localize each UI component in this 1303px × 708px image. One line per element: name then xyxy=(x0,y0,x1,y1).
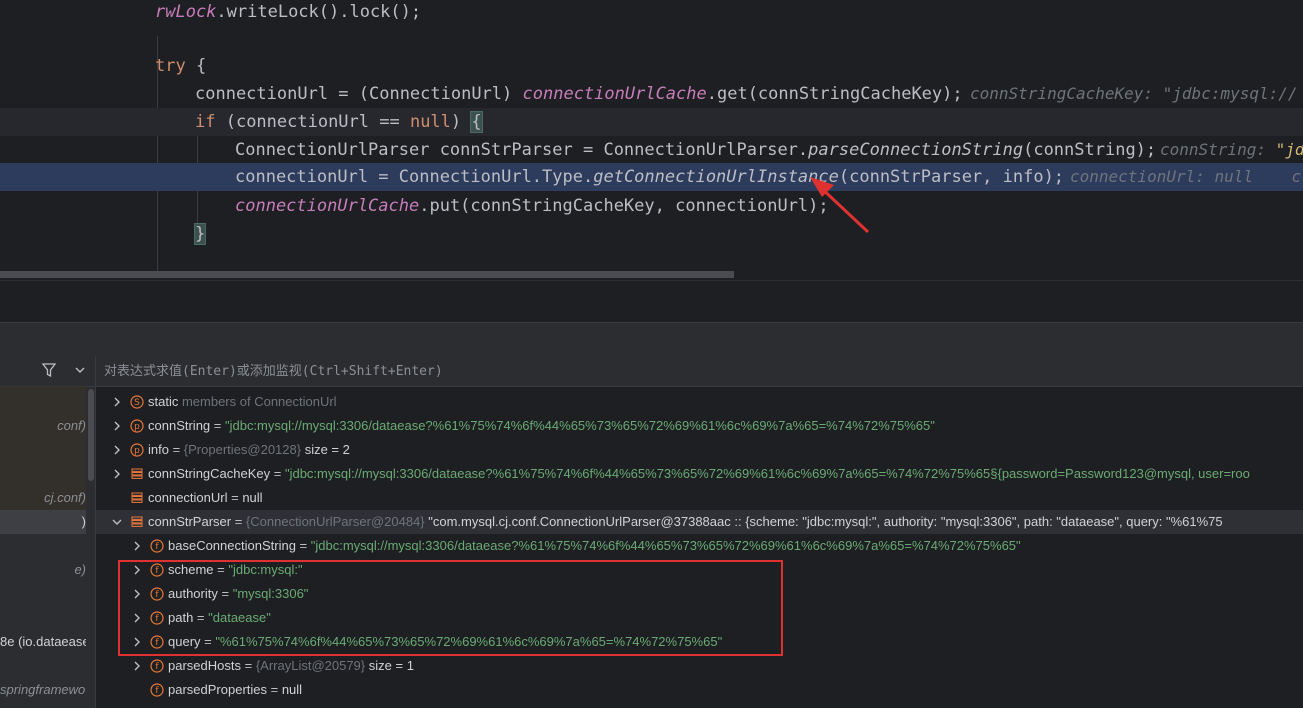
code-line-8[interactable]: connectionUrlCache.put(connStringCacheKe… xyxy=(0,194,1303,222)
field-icon: f xyxy=(150,683,164,697)
variable-row-baseconnectionstring[interactable]: f baseConnectionString = "jdbc:mysql://my… xyxy=(96,534,1303,558)
frame-item-selected[interactable]: ) xyxy=(0,510,86,534)
svg-text:p: p xyxy=(134,446,140,456)
filter-icon[interactable] xyxy=(40,361,58,379)
variable-row-info[interactable]: p info = {Properties@20128} size = 2 xyxy=(96,438,1303,462)
field-icon: f xyxy=(150,539,164,553)
code-line-3[interactable]: try { xyxy=(0,54,1303,82)
variable-row-static[interactable]: Sstatic members of ConnectionUrl xyxy=(96,390,1303,414)
variable-ref: {Properties@20128} xyxy=(183,442,302,457)
variable-row-parsedhosts[interactable]: f parsedHosts = {ArrayList@20579} size = … xyxy=(96,654,1303,678)
chevron-right-icon[interactable] xyxy=(112,421,122,431)
variable-summary: size = 1 xyxy=(368,658,414,673)
matched-brace: { xyxy=(470,111,483,133)
chevron-down-icon[interactable] xyxy=(74,365,86,375)
frames-scrollbar[interactable] xyxy=(88,389,94,481)
variable-ref: {ArrayList@20579} xyxy=(255,658,366,673)
frames-panel[interactable]: conf) cj.conf) ) e) 8e (io.dataease spri… xyxy=(0,356,96,708)
debug-toolbar xyxy=(0,322,1303,357)
variable-value: "jdbc:mysql://mysql:3306/dataease?%61%75… xyxy=(310,538,1021,553)
frames-header xyxy=(0,356,95,387)
frame-item[interactable]: 8e (io.dataease xyxy=(0,630,86,654)
variable-row-connstrparser[interactable]: connStrParser = {ConnectionUrlParser@204… xyxy=(96,510,1303,534)
code-line-6[interactable]: ConnectionUrlParser connStrParser = Conn… xyxy=(0,138,1303,166)
chevron-down-icon[interactable] xyxy=(112,517,122,527)
evaluate-expression-input[interactable] xyxy=(102,360,1296,382)
variable-name: connectionUrl xyxy=(148,490,228,505)
chevron-right-icon[interactable] xyxy=(132,661,142,671)
variable-value: null xyxy=(281,682,303,697)
variable-text: baseConnectionString = "jdbc:mysql://mys… xyxy=(168,538,1021,553)
chevron-right-icon[interactable] xyxy=(112,469,122,479)
matched-brace: } xyxy=(193,223,207,245)
variable-name: parsedHosts xyxy=(168,658,241,673)
variable-name: parsedProperties xyxy=(168,682,267,697)
variable-value: null xyxy=(242,490,263,505)
variable-text: connStrParser = {ConnectionUrlParser@204… xyxy=(148,514,1223,529)
variable-name: connString xyxy=(148,418,211,433)
variable-name: connStrParser xyxy=(148,514,232,529)
evaluate-bar xyxy=(96,356,1303,387)
svg-text:p: p xyxy=(134,422,140,432)
variable-row-connstring[interactable]: p connString = "jdbc:mysql://mysql:3306/d… xyxy=(96,414,1303,438)
variable-row-connstringcachekey[interactable]: connStringCacheKey = "jdbc:mysql://mysql… xyxy=(96,462,1303,486)
frame-item[interactable]: e) xyxy=(0,558,86,582)
svg-text:f: f xyxy=(155,542,159,552)
chevron-right-icon[interactable] xyxy=(112,397,122,407)
field-icon: f xyxy=(150,659,164,673)
variable-value: "jdbc:mysql://mysql:3306/dataease?%61%75… xyxy=(284,466,1250,481)
variable-icon xyxy=(131,516,143,527)
code-line-4[interactable]: connectionUrl = (ConnectionUrl) connecti… xyxy=(0,82,1303,110)
variable-ref: {ConnectionUrlParser@20484} xyxy=(245,514,425,529)
chevron-right-icon[interactable] xyxy=(112,445,122,455)
svg-text:f: f xyxy=(155,662,159,672)
variable-text: info = {Properties@20128} size = 2 xyxy=(148,442,350,457)
variable-icon xyxy=(131,468,143,479)
code-line-9[interactable]: } xyxy=(0,222,1303,250)
red-arrow-annotation xyxy=(810,177,870,234)
variable-value: "jdbc:mysql://mysql:3306/dataease?%61%75… xyxy=(224,418,935,433)
variable-text: static members of ConnectionUrl xyxy=(148,390,337,414)
variable-name: static xyxy=(148,394,179,409)
svg-text:S: S xyxy=(134,398,140,408)
variable-description: members of ConnectionUrl xyxy=(178,394,337,409)
horizontal-scrollbar[interactable] xyxy=(0,271,734,278)
inline-debug-hint: connString: "jd xyxy=(1160,140,1303,159)
variable-name: info xyxy=(148,442,169,457)
parameter-icon: p xyxy=(130,443,144,457)
variable-summary: size = 2 xyxy=(304,442,350,457)
svg-text:f: f xyxy=(155,686,159,696)
variable-icon xyxy=(131,492,143,503)
code-line-5[interactable]: if (connectionUrl == null) { xyxy=(0,108,1303,136)
variable-name: baseConnectionString xyxy=(168,538,296,553)
code-line-1[interactable]: rwLock.writeLock().lock(); xyxy=(0,0,1303,28)
frame-item[interactable]: conf) xyxy=(0,414,86,438)
static-icon: S xyxy=(130,395,144,409)
variable-text: connectionUrl = null xyxy=(148,490,263,505)
chevron-right-icon[interactable] xyxy=(132,541,142,551)
variable-text: connString = "jdbc:mysql://mysql:3306/da… xyxy=(148,418,935,433)
inline-debug-hint: connStringCacheKey: "jdbc:mysql:// xyxy=(970,84,1298,103)
parameter-icon: p xyxy=(130,419,144,433)
variable-row-parsedproperties[interactable]: f parsedProperties = null xyxy=(96,678,1303,702)
inline-debug-hint: connectionUrl: null c xyxy=(1070,167,1302,186)
variable-row-connectionurl[interactable]: connectionUrl = null xyxy=(96,486,1303,510)
variable-text: parsedHosts = {ArrayList@20579} size = 1 xyxy=(168,658,414,673)
execution-line[interactable]: connectionUrl = ConnectionUrl.Type.getCo… xyxy=(0,163,1303,191)
variable-text: parsedProperties = null xyxy=(168,682,303,697)
highlight-box-annotation xyxy=(118,560,783,656)
variable-text: connStringCacheKey = "jdbc:mysql://mysql… xyxy=(148,466,1250,481)
variable-summary: "com.mysql.cj.conf.ConnectionUrlParser@3… xyxy=(428,514,1223,529)
frame-item[interactable]: springframewo xyxy=(0,678,86,702)
variable-name: connStringCacheKey xyxy=(148,466,271,481)
editor-bottom-strip xyxy=(0,280,1303,323)
frame-item[interactable]: cj.conf) xyxy=(0,486,86,510)
code-editor[interactable]: rwLock.writeLock().lock(); try { connect… xyxy=(0,0,1303,280)
